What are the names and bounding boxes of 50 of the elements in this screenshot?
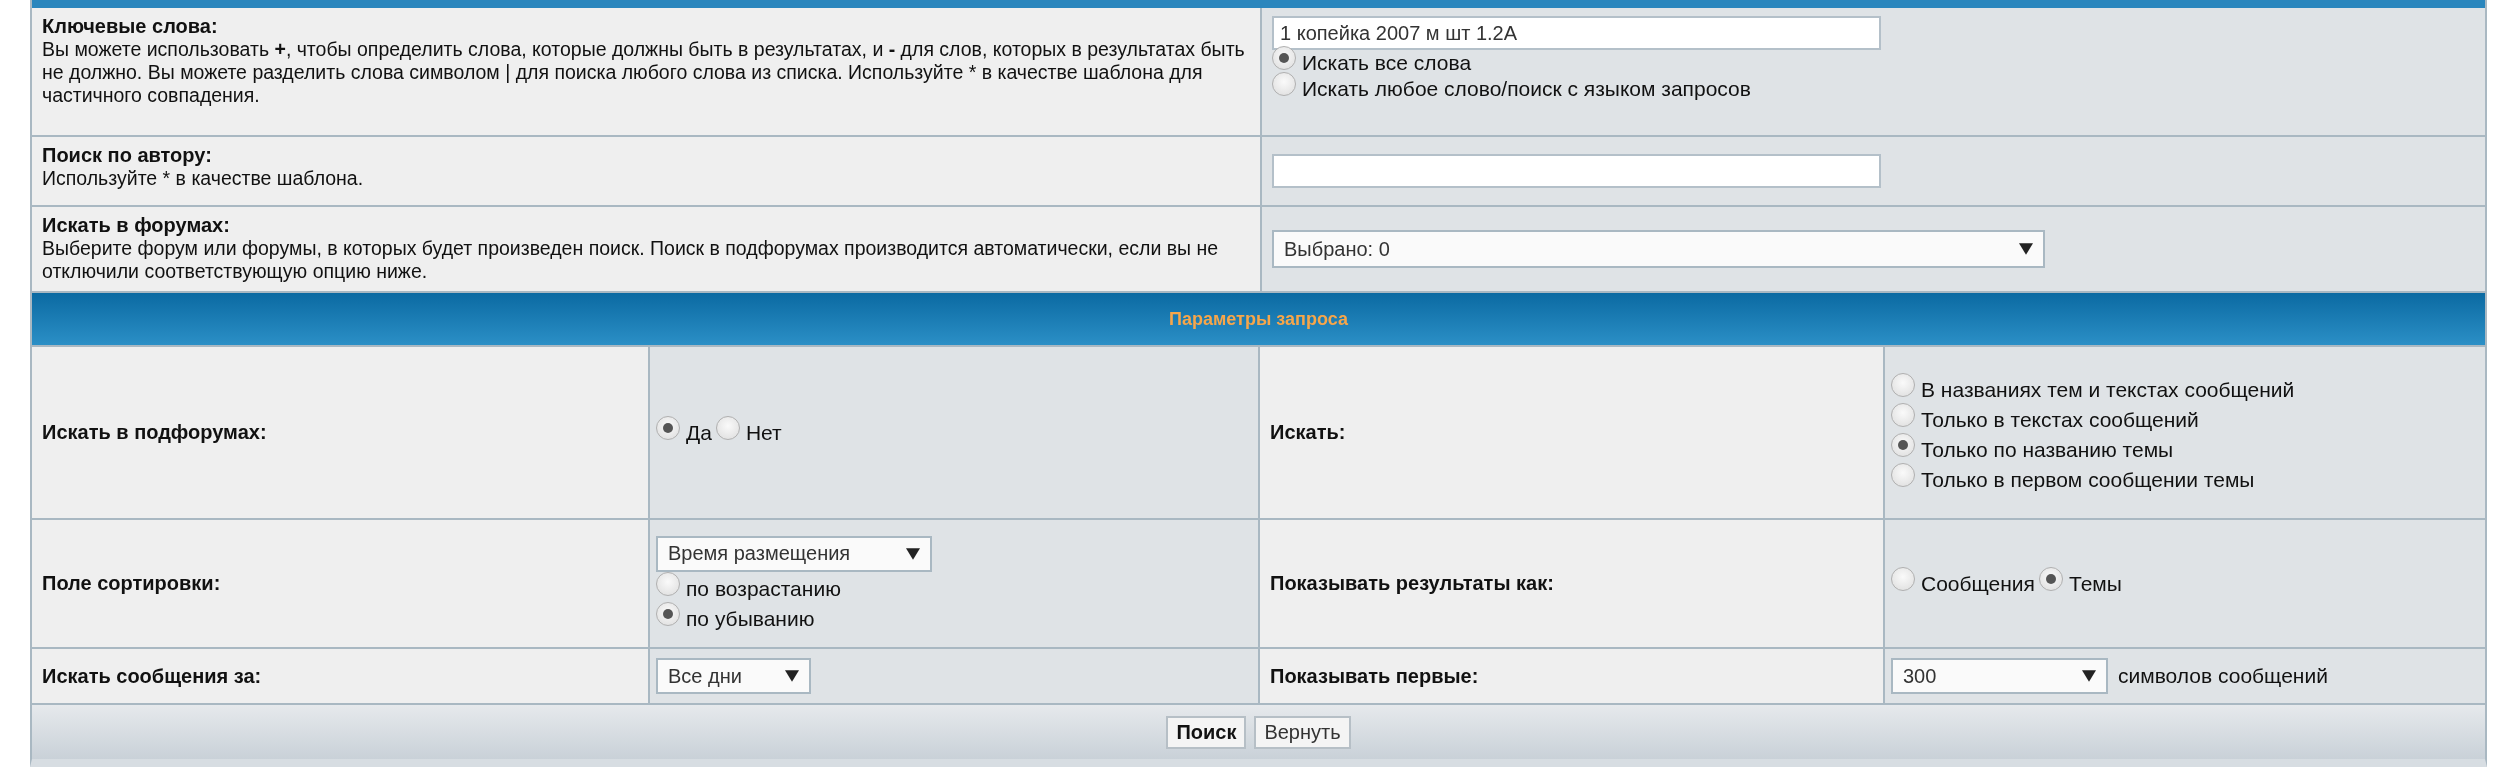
radio-button[interactable]	[1891, 462, 1915, 487]
option-label: Только в текстах сообщений	[1921, 406, 2199, 433]
option-label: В названиях тем и текстах сообщений	[1921, 376, 2295, 403]
dropdown[interactable]: Время размещения	[656, 535, 932, 572]
search-button[interactable]: Поиск	[1166, 715, 1247, 749]
field-label: Поле сортировки:	[42, 572, 221, 595]
option-label: Нет	[745, 419, 782, 446]
radio-button[interactable]	[1891, 402, 1915, 427]
radio-button[interactable]	[1891, 372, 1915, 397]
caret-icon	[2019, 243, 2033, 255]
field-label: Поиск по автору:	[42, 143, 213, 167]
radio-button[interactable]	[656, 601, 680, 626]
option-label: по убыванию	[686, 605, 815, 632]
radio-button[interactable]	[1272, 72, 1296, 96]
input-field[interactable]	[1272, 154, 1881, 188]
dropdown[interactable]: 300	[1891, 658, 2108, 694]
field-label: Ключевые слова:	[42, 14, 219, 38]
field-description: Используйте * в качестве шаблона.	[42, 167, 365, 190]
field-label: Искать сообщения за:	[42, 664, 262, 688]
forum-dropdown[interactable]: Выбрано: 0	[1272, 230, 2045, 268]
dropdown[interactable]: Все дни	[656, 658, 811, 694]
field-description: Вы можете использовать +, чтобы определить слова, которые должны быть в результатах, и - для слов, которых в результатах быть не должно. Вы можете разделить слова символом | для поиска любого слова из списка. Используйте * в качестве шаблона для частичного совпадения.	[42, 38, 1246, 107]
section-header: Параметры запроса	[32, 293, 2485, 347]
option-label: Только по названию темы	[1921, 436, 2174, 463]
radio-button[interactable]	[656, 571, 680, 596]
option-label: Да	[686, 419, 712, 446]
field-label: Искать:	[1270, 421, 1346, 444]
field-label: Показывать первые:	[1270, 664, 1479, 688]
field-label: Искать в форумах:	[42, 213, 231, 237]
option-label: Темы	[2069, 570, 2122, 597]
option-label: Искать все слова	[1302, 50, 1472, 76]
caret-icon	[906, 547, 920, 560]
field-label: Показывать результаты как:	[1270, 572, 1554, 595]
option-label: Сообщения	[1921, 570, 2035, 597]
field-description: Выберите форум или форумы, в которых будет произведен поиск. Поиск в подфорумах производится автоматически, если вы не отключили соответствующую опцию ниже.	[42, 237, 1220, 283]
radio-button[interactable]	[1891, 566, 1915, 591]
field-label: Искать в подфорумах:	[42, 421, 267, 444]
option-label: Искать любое слово/поиск с языком запросов	[1302, 76, 1751, 102]
radio-button[interactable]	[715, 415, 740, 440]
radio-button[interactable]	[2039, 566, 2063, 591]
reset-button[interactable]: Вернуть	[1254, 715, 1351, 749]
caret-icon	[2082, 670, 2096, 682]
radio-button[interactable]	[656, 415, 680, 440]
option-label: Только в первом сообщении темы	[1921, 466, 2255, 493]
field-suffix: символов сообщений	[2118, 664, 2328, 688]
input-field[interactable]: 1 копейка 2007 м шт 1.2А	[1272, 16, 1881, 50]
option-label: по возрастанию	[686, 575, 841, 602]
radio-button[interactable]	[1891, 432, 1915, 457]
caret-icon	[785, 670, 799, 682]
radio-button[interactable]	[1272, 46, 1296, 70]
